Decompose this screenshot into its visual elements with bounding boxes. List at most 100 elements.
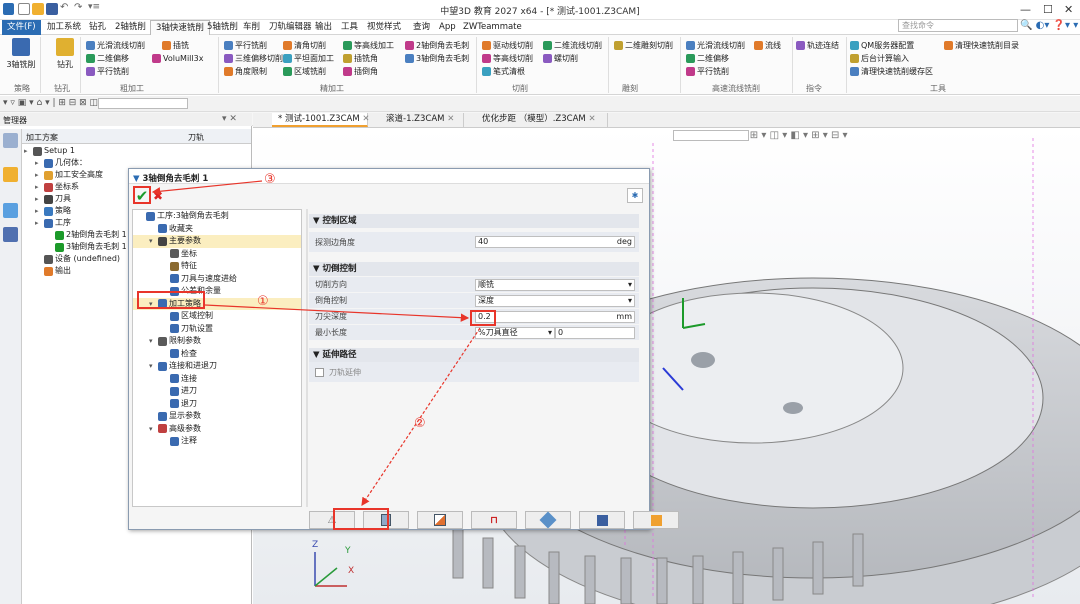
section-control[interactable]: ▼ 控制区域 xyxy=(309,214,639,228)
simulate-button[interactable] xyxy=(525,511,571,529)
dialog-tree-node[interactable]: ▾ 主要参数 xyxy=(133,235,301,248)
cancel-x-icon[interactable]: ✖ xyxy=(153,188,167,205)
expand-chevron-icon[interactable]: ▸ xyxy=(35,205,42,217)
ribbon-button[interactable]: 螺切削 xyxy=(543,52,578,65)
dialog-tree-node[interactable]: ▾ 连接和进退刀 xyxy=(133,360,301,373)
menu-item-8[interactable]: 输出 xyxy=(310,20,337,35)
expand-chevron-icon[interactable]: ▾ xyxy=(149,360,156,372)
tool-button[interactable]: ⊓ xyxy=(471,511,517,529)
ribbon-button[interactable]: 二维流线切削 xyxy=(543,39,602,52)
view-dropdown[interactable] xyxy=(673,130,749,141)
dialog-tree-node[interactable]: ▾ 高级参数 xyxy=(133,423,301,436)
ribbon-button[interactable]: 平行铣削 xyxy=(686,65,729,78)
ribbon-big-button[interactable]: 3轴铣削 xyxy=(4,38,38,70)
menu-item-13[interactable]: ZWTeammate xyxy=(458,20,527,35)
close-icon[interactable]: ✕ xyxy=(447,114,454,124)
ribbon-button[interactable]: 等高线切削 xyxy=(482,52,533,65)
dialog-tree-node[interactable]: ▾ 限制参数 xyxy=(133,335,301,348)
ribbon-button[interactable]: 轨迹连结 xyxy=(796,39,839,52)
dialog-tree-node[interactable]: 特征 xyxy=(133,260,301,273)
dialog-tree-node[interactable]: 注释 xyxy=(133,435,301,448)
panel-pin-close-icon[interactable]: ▾ ✕ xyxy=(222,114,237,124)
ribbon-button[interactable]: 角度限制 xyxy=(224,65,267,78)
ribbon-button[interactable]: 光滑流线切削 xyxy=(86,39,145,52)
help-icons[interactable]: 🔍 ◐▾ ❓▾ ▾ xyxy=(1020,20,1080,34)
expand-chevron-icon[interactable]: ▸ xyxy=(35,169,42,181)
maximize-button[interactable]: ☐ xyxy=(1043,3,1053,16)
expand-chevron-icon[interactable]: ▾ xyxy=(149,235,156,247)
expand-chevron-icon[interactable]: ▸ xyxy=(35,181,42,193)
expand-chevron-icon[interactable]: ▸ xyxy=(35,217,42,229)
tab-document[interactable]: * 测试-1001.Z3CAM ✕ xyxy=(272,113,370,127)
ribbon-button[interactable]: 区域铣削 xyxy=(283,65,326,78)
ribbon-button[interactable]: 清理快速铣削目录 xyxy=(944,39,1019,52)
menu-item-5[interactable]: 5轴铣削 xyxy=(202,20,243,35)
ribbon-button[interactable]: 3轴倒角去毛刺 xyxy=(405,52,469,65)
dialog-tree-node[interactable]: 检查 xyxy=(133,348,301,361)
menu-item-7[interactable]: 刀轨编辑器 xyxy=(264,20,317,35)
ribbon-button[interactable]: 二维雕刻切削 xyxy=(614,39,673,52)
dialog-tree-node[interactable]: 区域控制 xyxy=(133,310,301,323)
close-icon[interactable]: ✕ xyxy=(362,114,369,124)
ribbon-button[interactable]: 清角切削 xyxy=(283,39,326,52)
ribbon-button[interactable]: 清理快速铣削缓存区 xyxy=(850,65,933,78)
dialog-tree-node[interactable]: 刀轨设置 xyxy=(133,323,301,336)
ribbon-button[interactable]: 二维偏移 xyxy=(686,52,729,65)
tab-document[interactable]: 滚道-1.Z3CAM ✕ xyxy=(380,113,464,127)
dialog-tree-node[interactable]: 坐标 xyxy=(133,248,301,261)
dialog-tree-node[interactable]: 刀具与速度进给 xyxy=(133,273,301,286)
expand-chevron-icon[interactable]: ▸ xyxy=(35,157,42,169)
menu-item-3[interactable]: 2轴铣削 xyxy=(110,20,151,35)
ribbon-button[interactable]: 笔式清根 xyxy=(482,65,525,78)
ribbon-button[interactable]: 驱动线切削 xyxy=(482,39,533,52)
ribbon-button[interactable]: 插铣角 xyxy=(343,52,378,65)
save-template-button[interactable] xyxy=(579,511,625,529)
expand-chevron-icon[interactable]: ▾ xyxy=(149,335,156,347)
expand-chevron-icon[interactable]: ▸ xyxy=(24,145,31,157)
ribbon-button[interactable]: 三维偏移切削 xyxy=(224,52,283,65)
ribbon-button[interactable]: 流线 xyxy=(754,39,781,52)
menu-item-12[interactable]: App xyxy=(434,20,461,35)
library-button[interactable] xyxy=(633,511,679,529)
view-tab-icon[interactable] xyxy=(3,203,18,218)
dialog-settings-icon[interactable]: ✱ xyxy=(627,188,643,203)
close-icon[interactable]: ✕ xyxy=(588,114,595,124)
tab-document[interactable]: 优化步距 （模型）.Z3CAM ✕ xyxy=(476,113,608,127)
search-input[interactable]: 查找命令 xyxy=(898,19,1018,32)
section-chamfer[interactable]: ▼ 切倒控制 xyxy=(309,262,639,276)
expand-chevron-icon[interactable]: ▾ xyxy=(149,423,156,435)
menu-item-4[interactable]: 3轴快速铣削 xyxy=(150,20,210,35)
ribbon-button[interactable]: VoluMill3x xyxy=(152,52,203,65)
dialog-tree-node[interactable]: 连接 xyxy=(133,373,301,386)
user-tab-icon[interactable] xyxy=(3,227,18,242)
menu-item-2[interactable]: 钻孔 xyxy=(84,20,111,35)
menu-item-9[interactable]: 工具 xyxy=(336,20,363,35)
ribbon-big-button[interactable]: 钻孔 xyxy=(48,38,82,70)
dialog-tree-node[interactable]: 工序:3轴倒角去毛刺 xyxy=(133,210,301,223)
ribbon-button[interactable]: 平行铣削 xyxy=(86,65,129,78)
dialog-tree-node[interactable]: 退刀 xyxy=(133,398,301,411)
verify-button[interactable] xyxy=(417,511,463,529)
chamfer-control-select[interactable]: 深度 ▾ xyxy=(475,294,635,307)
ribbon-button[interactable]: 插铣 xyxy=(162,39,189,52)
cut-direction-select[interactable]: 顺铣 ▾ xyxy=(475,278,635,291)
ribbon-button[interactable]: 二维偏移 xyxy=(86,52,129,65)
extend-checkbox[interactable] xyxy=(315,367,324,377)
ribbon-button[interactable]: 平行铣削 xyxy=(224,39,267,52)
menu-item-1[interactable]: 加工系统 xyxy=(42,20,86,35)
ribbon-button[interactable]: 平坦面加工 xyxy=(283,52,334,65)
detect-angle-input[interactable]: 40 deg xyxy=(475,236,635,248)
dialog-tree-node[interactable]: 进刀 xyxy=(133,385,301,398)
min-length-input[interactable]: 0 xyxy=(555,326,635,339)
expand-chevron-icon[interactable]: ▸ xyxy=(35,193,42,205)
menu-item-11[interactable]: 查询 xyxy=(408,20,435,35)
menu-item-6[interactable]: 车削 xyxy=(238,20,265,35)
min-length-mode-select[interactable]: %刀具直径 ▾ xyxy=(475,326,555,339)
splitter[interactable] xyxy=(306,209,308,507)
cam-tab-icon[interactable] xyxy=(3,133,18,148)
ribbon-button[interactable]: 插倒角 xyxy=(343,65,378,78)
dialog-tree-node[interactable]: 显示参数 xyxy=(133,410,301,423)
ribbon-button[interactable]: 2轴倒角去毛刺 xyxy=(405,39,469,52)
section-extend[interactable]: ▼ 延伸路径 xyxy=(309,348,639,362)
tip-depth-input[interactable]: 0.2 mm xyxy=(475,310,635,323)
